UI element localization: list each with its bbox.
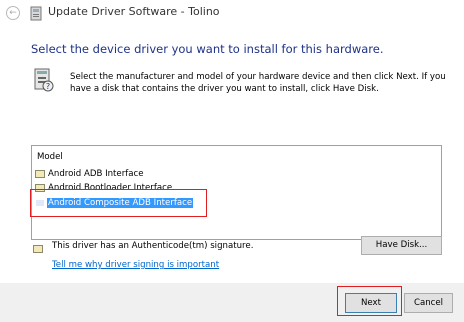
list-item[interactable]: Android ADB Interface <box>35 168 145 180</box>
model-list[interactable]: Model Android ADB Interface Android Boot… <box>31 145 442 240</box>
list-item[interactable]: Android Bootloader Interface <box>35 182 173 194</box>
hardware-device-icon: ? <box>34 68 54 92</box>
page-title: Select the device driver you want to ins… <box>31 42 384 56</box>
cancel-button[interactable]: Cancel <box>404 293 453 313</box>
list-item-selected[interactable]: Android Composite ADB Interface <box>35 197 194 209</box>
wizard-content: Select the device driver you want to ins… <box>0 27 464 283</box>
device-manager-icon <box>30 6 42 21</box>
instructions-text: Select the manufacturer and model of you… <box>70 72 446 94</box>
driver-icon <box>35 198 45 207</box>
back-arrow-icon[interactable]: ← <box>6 6 20 20</box>
title-bar: ← Update Driver Software - Tolino <box>0 0 464 27</box>
driver-signing-link[interactable]: Tell me why driver signing is important <box>52 260 219 270</box>
driver-icon <box>35 169 45 178</box>
svg-text:?: ? <box>46 82 50 91</box>
driver-icon <box>35 183 45 192</box>
list-column-header: Model <box>37 152 63 162</box>
signature-status: This driver has an Authenticode(tm) sign… <box>52 241 254 251</box>
have-disk-button[interactable]: Have Disk... <box>361 236 442 255</box>
next-button[interactable]: Next <box>345 293 397 313</box>
window-title: Update Driver Software - Tolino <box>48 5 220 18</box>
signature-icon <box>33 245 43 253</box>
